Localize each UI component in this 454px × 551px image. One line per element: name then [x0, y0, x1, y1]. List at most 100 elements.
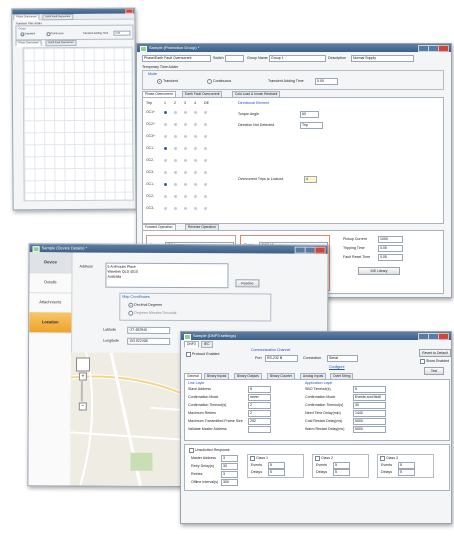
trip-selector-dot[interactable] — [174, 111, 177, 114]
subtab-phase-overcurrent[interactable]: Phase Overcurrent — [15, 40, 42, 47]
class-checkbox[interactable] — [315, 456, 320, 461]
show-enabled-checkbox[interactable] — [420, 359, 425, 364]
trip-selector-dot[interactable] — [184, 135, 187, 138]
trip-selector-dot[interactable] — [184, 195, 187, 198]
trip-selector-dot[interactable] — [164, 159, 167, 162]
trip-selector-dot[interactable] — [184, 123, 187, 126]
link-field-input[interactable]: 2 — [248, 402, 271, 409]
trip-selector-dot[interactable] — [194, 159, 197, 162]
torque-angle-input[interactable]: 60 — [300, 111, 319, 118]
trip-selector-dot[interactable] — [174, 207, 177, 210]
subtab-earth-fault[interactable]: Earth Fault Overcurrent — [45, 39, 77, 47]
dms-radio[interactable] — [128, 310, 134, 316]
zoom-out-icon[interactable]: − — [78, 402, 87, 411]
trip-selector-dot[interactable] — [164, 195, 167, 198]
unsolicited-checkbox[interactable] — [189, 448, 194, 453]
lockout-input[interactable]: 4 — [304, 176, 317, 183]
trip-selector-dot[interactable] — [174, 123, 177, 126]
app-field-input[interactable]: 5000 — [353, 426, 386, 433]
link-field-input[interactable]: 5 — [248, 386, 271, 393]
pickup-input[interactable]: 1000 — [378, 236, 403, 243]
trip-selector-dot[interactable] — [164, 111, 167, 114]
trip-selector-dot[interactable] — [174, 183, 177, 186]
trip-selector-dot[interactable] — [164, 147, 167, 150]
trip-selector-dot[interactable] — [204, 123, 207, 126]
trip-selector-dot[interactable] — [164, 135, 167, 138]
class-checkbox[interactable] — [250, 456, 255, 461]
trip-selector-dot[interactable] — [184, 147, 187, 150]
link-field-input[interactable]: never — [248, 394, 271, 401]
tab-earth-fault-1[interactable]: Earth Fault Overcurrent — [42, 14, 74, 21]
trip-selector-dot[interactable] — [194, 171, 197, 174]
class-delays-input[interactable]: 5 — [333, 469, 350, 476]
adding-time-input[interactable]: 0.00 — [315, 78, 338, 85]
trip-selector-dot[interactable] — [204, 207, 207, 210]
ide-library-button[interactable]: IDE Library — [358, 267, 400, 275]
app-field-input[interactable]: 5000 — [353, 418, 386, 425]
nav-details[interactable]: Details — [29, 272, 72, 294]
trip-selector-dot[interactable] — [194, 111, 197, 114]
nav-device[interactable]: Device — [29, 252, 72, 274]
protection-name-field[interactable]: Phase/Earth Fault Overcurrent — [142, 55, 211, 62]
resolve-button[interactable]: Resolve — [235, 279, 260, 288]
nav-attachments[interactable]: Attachments — [29, 292, 72, 314]
unsolicited-field-input[interactable]: 30 — [221, 463, 238, 470]
link-field-input[interactable] — [248, 426, 271, 433]
fault-reset-input[interactable]: 0.05 — [378, 254, 403, 261]
tab-dnp3[interactable]: DNP3 — [184, 341, 199, 348]
app-field-input[interactable]: 5 — [353, 386, 386, 393]
tab-iec[interactable]: IEC — [201, 341, 213, 348]
protocol-enabled-checkbox[interactable] — [186, 352, 191, 357]
class-delays-input[interactable]: 5 — [268, 469, 285, 476]
class-checkbox[interactable] — [380, 456, 385, 461]
port-select[interactable]: RS-232 B — [265, 355, 298, 362]
close-icon[interactable] — [438, 333, 449, 340]
close-icon[interactable] — [438, 45, 449, 52]
trip-selector-dot[interactable] — [184, 159, 187, 162]
nav-location[interactable]: Location — [29, 312, 72, 334]
class-events-input[interactable]: 5 — [268, 462, 285, 469]
class-events-input[interactable]: 5 — [398, 462, 415, 469]
unsolicited-field-input[interactable]: 3 — [221, 455, 238, 462]
trip-selector-dot[interactable] — [164, 123, 167, 126]
continuous-radio[interactable] — [207, 79, 212, 84]
link-field-input[interactable]: 292 — [248, 418, 271, 425]
trip-selector-dot[interactable] — [204, 195, 207, 198]
trip-selector-dot[interactable] — [204, 159, 207, 162]
trip-selector-dot[interactable] — [184, 183, 187, 186]
trip-selector-dot[interactable] — [194, 195, 197, 198]
zoom-slider[interactable] — [80, 379, 83, 402]
revert-to-default-button[interactable]: Revert to Default — [419, 349, 451, 357]
trip-selector-dot[interactable] — [194, 147, 197, 150]
connection-select[interactable]: Serial — [327, 355, 358, 362]
group-name-field[interactable]: Group 1 — [269, 55, 326, 62]
configure-link[interactable]: Configure — [329, 365, 345, 369]
trip-selector-dot[interactable] — [184, 207, 187, 210]
link-field-input[interactable]: 2 — [248, 410, 271, 417]
app-field-input[interactable]: 30 — [353, 402, 386, 409]
trip-selector-dot[interactable] — [194, 207, 197, 210]
trip-selector-dot[interactable] — [194, 123, 197, 126]
trip-selector-dot[interactable] — [164, 183, 167, 186]
longitude-input[interactable]: 153.022408 — [127, 337, 171, 345]
unsolicited-field-input[interactable]: 3 — [221, 471, 238, 478]
tripping-input[interactable]: 0.05 — [378, 245, 403, 252]
trip-selector-dot[interactable] — [164, 207, 167, 210]
trip-selector-dot[interactable] — [194, 135, 197, 138]
trip-selector-dot[interactable] — [174, 171, 177, 174]
app-field-input[interactable]: 1440 — [353, 410, 386, 417]
trip-selector-dot[interactable] — [204, 135, 207, 138]
latitude-input[interactable]: -27.482946 — [127, 326, 171, 334]
trip-selector-dot[interactable] — [194, 183, 197, 186]
app-field-input[interactable]: Events and Multi — [353, 394, 386, 401]
switch-field[interactable] — [225, 55, 244, 62]
class-delays-input[interactable]: 5 — [398, 469, 415, 476]
unsolicited-field-input[interactable]: 300 — [221, 479, 238, 486]
trip-selector-dot[interactable] — [174, 195, 177, 198]
trip-selector-dot[interactable] — [184, 171, 187, 174]
close-icon[interactable] — [314, 246, 326, 254]
description-field[interactable]: Normal Supply — [351, 55, 414, 62]
address-textarea[interactable]: 5 Ardmoulin Place Wavetek QLD 4010 Austr… — [105, 262, 229, 289]
trip-selector-dot[interactable] — [174, 135, 177, 138]
map-pan-control[interactable] — [75, 357, 91, 372]
